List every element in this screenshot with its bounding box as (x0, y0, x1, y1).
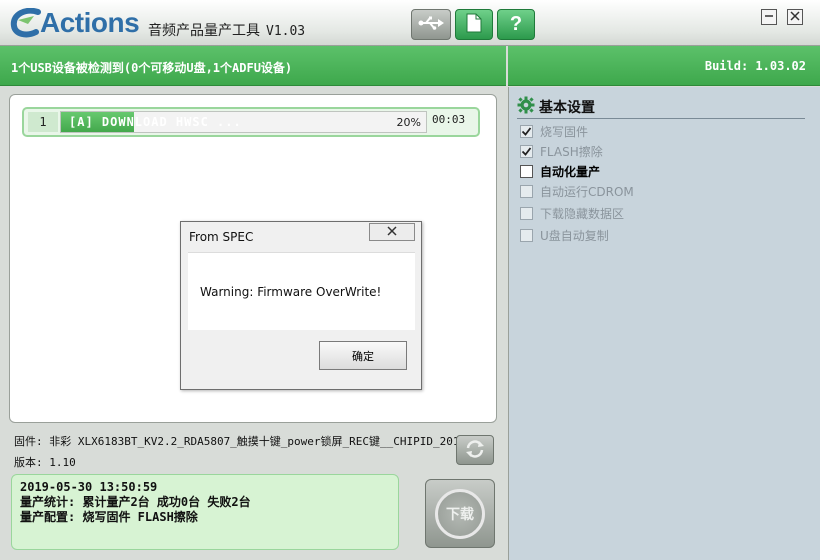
option-label: FLASH擦除 (540, 144, 603, 159)
log-statistics: 量产统计: 累计量产2台 成功0台 失败2台 (20, 495, 251, 509)
option-label: 自动运行CDROM (540, 184, 634, 199)
usb-button[interactable] (411, 9, 451, 40)
device-row[interactable]: 1 [A] DOWNLOAD HWSC ... 20% 00:03 (22, 107, 480, 137)
option-label: U盘自动复制 (540, 228, 609, 243)
actions-logo: Actions (8, 6, 140, 40)
production-log: 2019-05-30 13:50:59 量产统计: 累计量产2台 成功0台 失败… (11, 474, 399, 550)
dialog-body: Warning: Firmware OverWrite! (188, 252, 415, 330)
settings-title: 基本设置 (539, 99, 595, 116)
close-window-button[interactable] (787, 9, 803, 25)
refresh-icon (464, 439, 486, 462)
log-timestamp: 2019-05-30 13:50:59 (20, 480, 158, 494)
option-flash-erase[interactable]: FLASH擦除 (520, 142, 603, 160)
checkbox[interactable] (520, 228, 533, 242)
app-title-text: 音频产品量产工具 (148, 23, 260, 39)
checkmark-icon (521, 146, 532, 156)
build-text: Build: 1.03.02 (704, 59, 806, 73)
device-progress-bar: [A] DOWNLOAD HWSC ... 20% (60, 111, 427, 133)
minimize-icon (764, 10, 774, 24)
option-burn-firmware[interactable]: 烧写固件 (520, 122, 588, 140)
settings-panel: 基本设置 烧写固件 FLASH擦除 自动化量产 自动运行CDROM 下载隐藏数据… (508, 87, 820, 560)
brand-name: Actions (40, 7, 140, 38)
warning-dialog: From SPEC Warning: Firmware OverWrite! 确… (180, 221, 422, 390)
dialog-close-button[interactable] (369, 223, 415, 241)
app-version: V1.03 (266, 24, 306, 39)
download-label: 下载 (435, 488, 485, 539)
checkbox[interactable] (520, 144, 533, 158)
device-index: 1 (28, 112, 58, 132)
detection-status-bar: 1个USB设备被检测到(0个可移动U盘,1个ADFU设备) (0, 46, 506, 86)
logo-swoosh-icon (8, 7, 44, 38)
title-bar: Actions 音频产品量产工具 V1.03 ? (0, 0, 820, 46)
option-download-hidden-area[interactable]: 下载隐藏数据区 (520, 204, 624, 222)
option-autorun-cdrom[interactable]: 自动运行CDROM (520, 182, 634, 200)
document-icon (466, 13, 482, 36)
device-status-text: [A] DOWNLOAD HWSC ... (69, 115, 242, 129)
app-title: 音频产品量产工具 V1.03 (148, 20, 305, 40)
dialog-title: From SPEC (189, 230, 254, 244)
usb-icon (418, 16, 444, 33)
checkbox[interactable] (520, 206, 533, 220)
option-label: 自动化量产 (540, 164, 601, 179)
settings-header: 基本设置 (517, 95, 805, 119)
gear-icon (517, 96, 535, 117)
option-auto-production[interactable]: 自动化量产 (520, 162, 600, 180)
device-elapsed-time: 00:03 (432, 113, 466, 126)
dialog-message: Warning: Firmware OverWrite! (200, 285, 382, 299)
build-bar: Build: 1.03.02 (508, 46, 820, 86)
close-icon (790, 10, 800, 24)
dialog-ok-button[interactable]: 确定 (319, 341, 407, 370)
checkbox[interactable] (520, 124, 533, 138)
log-config: 量产配置: 烧写固件 FLASH擦除 (20, 510, 198, 524)
device-progress-percent: 20% (396, 116, 421, 129)
close-icon (387, 225, 397, 239)
checkmark-icon (521, 126, 532, 136)
checkbox[interactable] (520, 164, 533, 178)
minimize-button[interactable] (761, 9, 777, 25)
firmware-version: 版本: 1.10 (14, 456, 76, 469)
download-button[interactable]: 下载 (425, 479, 495, 548)
refresh-firmware-button[interactable] (456, 435, 494, 465)
help-button[interactable]: ? (497, 9, 535, 40)
option-udisk-autocopy[interactable]: U盘自动复制 (520, 226, 609, 244)
option-label: 下载隐藏数据区 (540, 206, 625, 221)
detection-status-text: 1个USB设备被检测到(0个可移动U盘,1个ADFU设备) (11, 61, 293, 75)
checkbox[interactable] (520, 184, 533, 198)
firmware-name: 固件: 非彩 XLX6183BT_KV2.2_RDA5807_触摸十键_powe… (14, 435, 460, 448)
document-button[interactable] (455, 9, 493, 40)
option-label: 烧写固件 (540, 124, 589, 139)
